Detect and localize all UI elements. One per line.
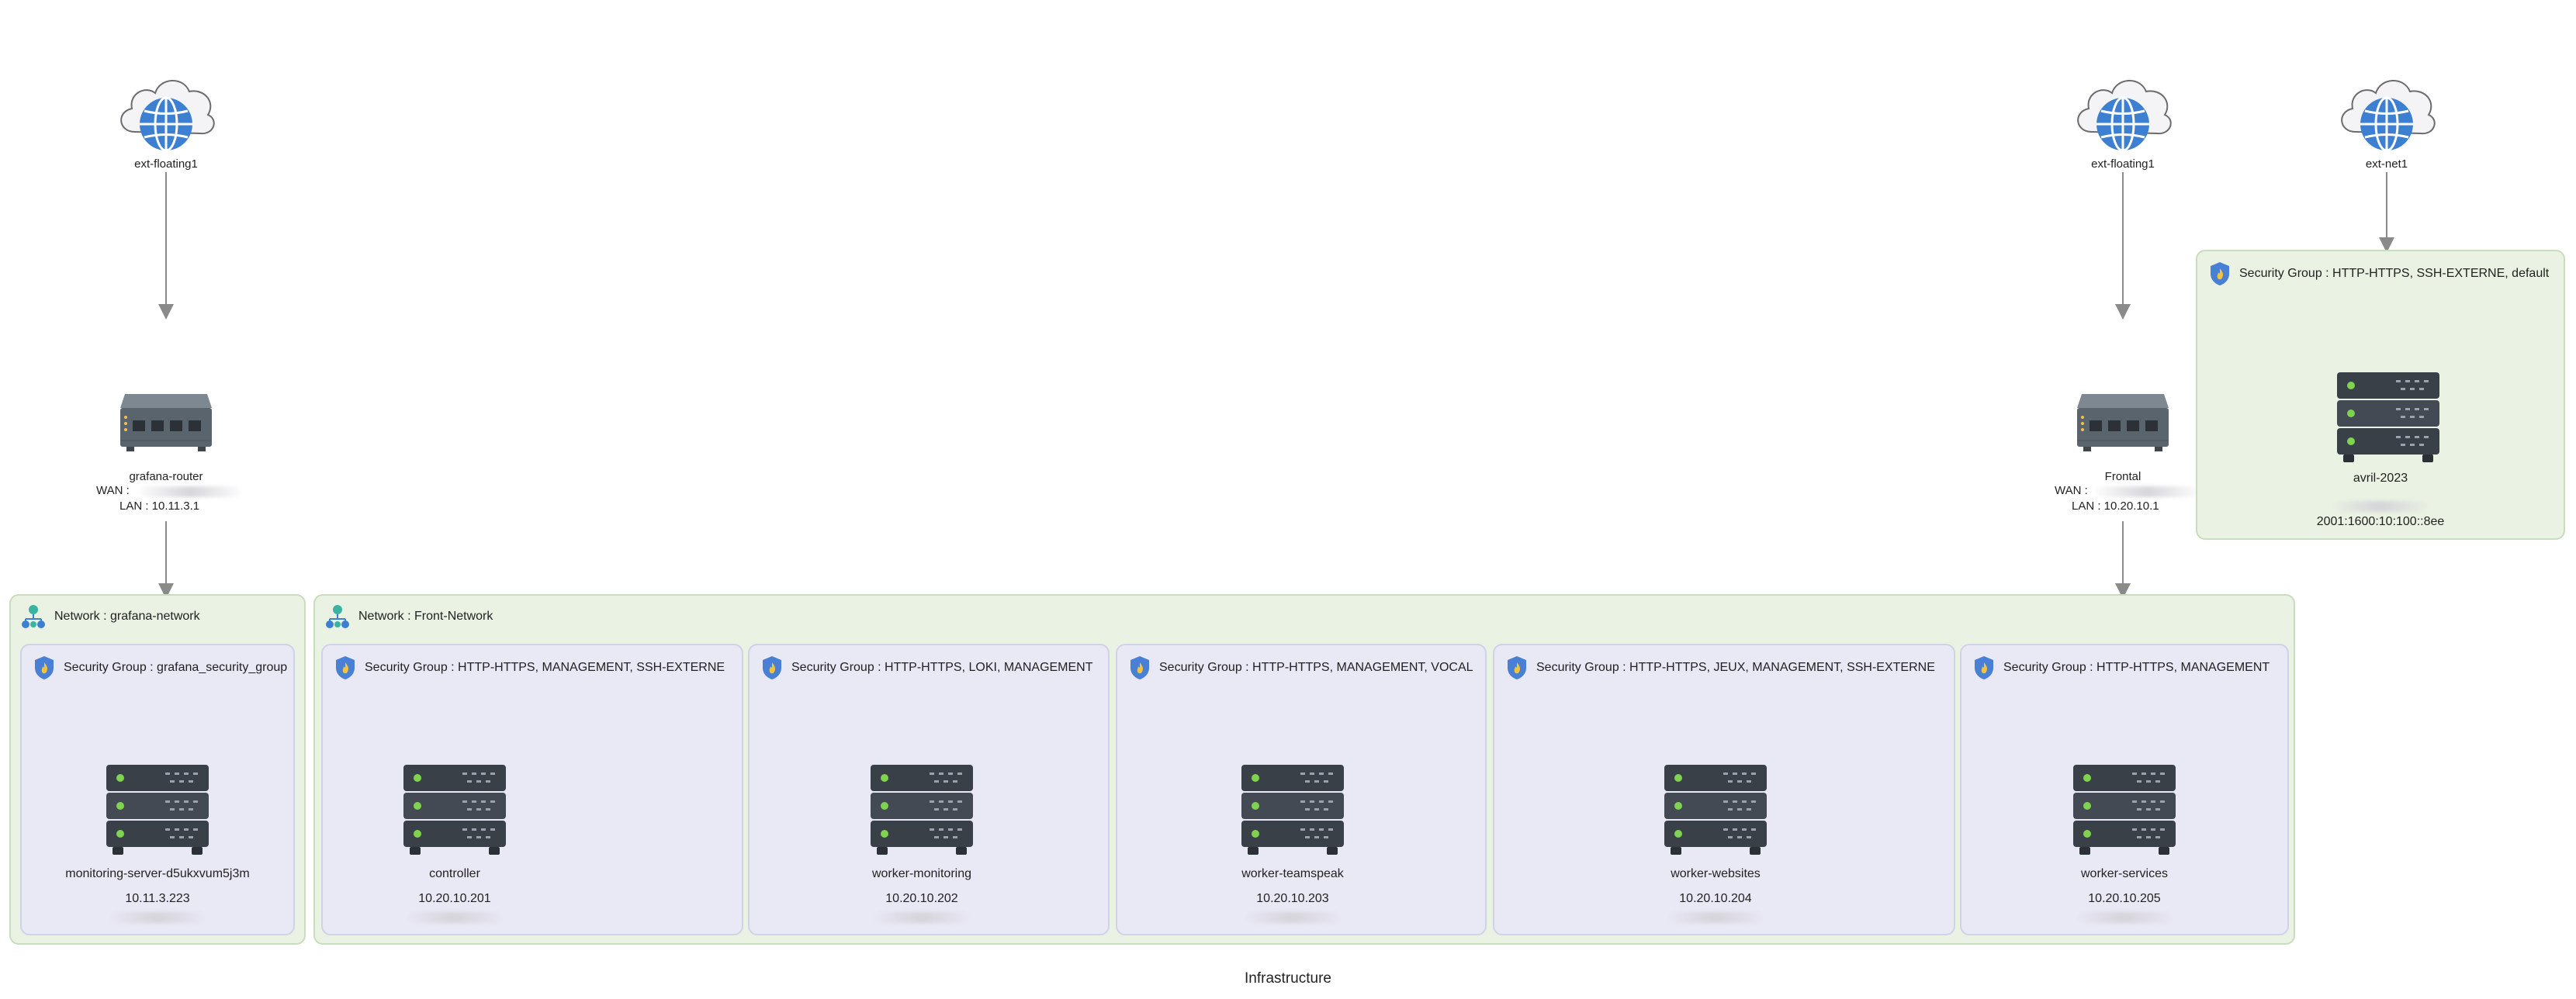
- network-label: Network : grafana-network: [54, 610, 200, 623]
- server-name: controller: [429, 867, 480, 880]
- security-group-box[interactable]: Security Group : HTTP-HTTPS, MANAGEMENT,…: [1116, 644, 1487, 935]
- redacted-wan-address: [140, 486, 241, 497]
- router-frontal[interactable]: [2072, 386, 2173, 460]
- security-group-label: Security Group : HTTP-HTTPS, MANAGEMENT,…: [365, 661, 725, 674]
- server-name: avril-2023: [2353, 472, 2408, 485]
- external-network-3[interactable]: ext-net1: [2332, 68, 2441, 171]
- external-network-2[interactable]: ext-floating1: [2069, 68, 2177, 171]
- security-group-header: Security Group : HTTP-HTTPS, MANAGEMENT: [1972, 655, 2270, 681]
- router-lan: LAN : 10.20.10.1: [2072, 500, 2159, 513]
- cloud-globe-icon: [2332, 68, 2441, 154]
- network-header: Network : Front-Network: [324, 603, 493, 630]
- server-icon: [867, 762, 976, 859]
- network-header: Network : grafana-network: [20, 603, 200, 630]
- network-icon: [20, 603, 47, 630]
- router-icon: [2072, 386, 2173, 456]
- external-network-1[interactable]: ext-floating1: [112, 68, 220, 171]
- diagram-caption: Infrastructure: [1245, 970, 1331, 987]
- server-ip: 10.20.10.203: [1256, 892, 1329, 905]
- server-icon: [1661, 762, 1770, 859]
- security-group-box[interactable]: Security Group : HTTP-HTTPS, JEUX, MANAG…: [1493, 644, 1955, 935]
- router-name: grafana-router: [129, 470, 203, 483]
- server-icon: [2334, 369, 2443, 466]
- redacted-wan-address: [2096, 486, 2197, 497]
- server-ip: 10.20.10.205: [2088, 892, 2161, 905]
- server-name: monitoring-server-d5ukxvum5j3m: [65, 867, 250, 880]
- redacted-address: [2334, 501, 2427, 512]
- security-group-header: Security Group : grafana_security_group: [33, 655, 287, 681]
- server-ip: 10.11.3.223: [125, 892, 190, 905]
- security-group-header: Security Group : HTTP-HTTPS, MANAGEMENT,…: [334, 655, 725, 681]
- network-icon: [324, 603, 351, 630]
- security-group-label: Security Group : HTTP-HTTPS, LOKI, MANAG…: [791, 661, 1093, 674]
- external-network-label: ext-floating1: [2091, 157, 2155, 171]
- security-group-box[interactable]: Security Group : HTTP-HTTPS, MANAGEMENT …: [1960, 644, 2289, 935]
- router-name: Frontal: [2104, 470, 2141, 483]
- security-group-box[interactable]: Security Group : HTTP-HTTPS, LOKI, MANAG…: [748, 644, 1110, 935]
- redacted-address: [1669, 912, 1762, 923]
- router-icon: [116, 386, 216, 456]
- security-group-label: Security Group : HTTP-HTTPS, MANAGEMENT: [2003, 661, 2270, 674]
- server-name: worker-websites: [1671, 867, 1761, 880]
- shield-icon: [1128, 655, 1151, 681]
- router-lan: LAN : 10.11.3.1: [119, 500, 200, 513]
- server-ip: 10.20.10.202: [885, 892, 958, 905]
- cloud-globe-icon: [112, 68, 220, 154]
- server-name: worker-monitoring: [871, 867, 972, 880]
- server-name: worker-teamspeak: [1241, 867, 1344, 880]
- external-network-label: ext-net1: [2365, 157, 2408, 171]
- server-ip: 10.20.10.204: [1679, 892, 1752, 905]
- shield-icon: [760, 655, 784, 681]
- security-group-box[interactable]: Security Group : HTTP-HTTPS, SSH-EXTERNE…: [2196, 250, 2565, 540]
- security-group-label: Security Group : grafana_security_group: [64, 661, 288, 674]
- security-group-header: Security Group : HTTP-HTTPS, SSH-EXTERNE…: [2208, 261, 2549, 287]
- security-group-label: Security Group : HTTP-HTTPS, SSH-EXTERNE…: [2239, 267, 2550, 280]
- security-group-header: Security Group : HTTP-HTTPS, JEUX, MANAG…: [1505, 655, 1935, 681]
- shield-icon: [334, 655, 357, 681]
- server-icon: [1238, 762, 1347, 859]
- external-network-label: ext-floating1: [134, 157, 198, 171]
- router-grafana[interactable]: [116, 386, 216, 460]
- server-icon: [400, 762, 509, 859]
- shield-icon: [33, 655, 56, 681]
- network-box-front[interactable]: Network : Front-Network Security Group :…: [313, 594, 2295, 945]
- security-group-box[interactable]: Security Group : grafana_security_group …: [20, 644, 295, 935]
- redacted-address: [2078, 912, 2171, 923]
- server-icon: [103, 762, 212, 859]
- redacted-address: [408, 912, 501, 923]
- shield-icon: [2208, 261, 2231, 287]
- redacted-address: [111, 912, 204, 923]
- cloud-globe-icon: [2069, 68, 2177, 154]
- security-group-label: Security Group : HTTP-HTTPS, MANAGEMENT,…: [1159, 661, 1473, 674]
- server-icon: [2070, 762, 2179, 859]
- network-label: Network : Front-Network: [358, 610, 493, 623]
- server-name: worker-services: [2080, 867, 2168, 880]
- server-ip: 2001:1600:10:100::8ee: [2316, 515, 2445, 528]
- security-group-header: Security Group : HTTP-HTTPS, LOKI, MANAG…: [760, 655, 1093, 681]
- security-group-label: Security Group : HTTP-HTTPS, JEUX, MANAG…: [1536, 661, 1935, 674]
- network-box-grafana[interactable]: Network : grafana-network Security Group…: [9, 594, 306, 945]
- router-wan: WAN :: [96, 484, 130, 497]
- router-wan: WAN :: [2055, 484, 2088, 497]
- redacted-address: [875, 912, 968, 923]
- security-group-box[interactable]: Security Group : HTTP-HTTPS, MANAGEMENT,…: [321, 644, 743, 935]
- shield-icon: [1505, 655, 1529, 681]
- shield-icon: [1972, 655, 1996, 681]
- server-ip: 10.20.10.201: [418, 892, 491, 905]
- redacted-address: [1246, 912, 1339, 923]
- security-group-header: Security Group : HTTP-HTTPS, MANAGEMENT,…: [1128, 655, 1473, 681]
